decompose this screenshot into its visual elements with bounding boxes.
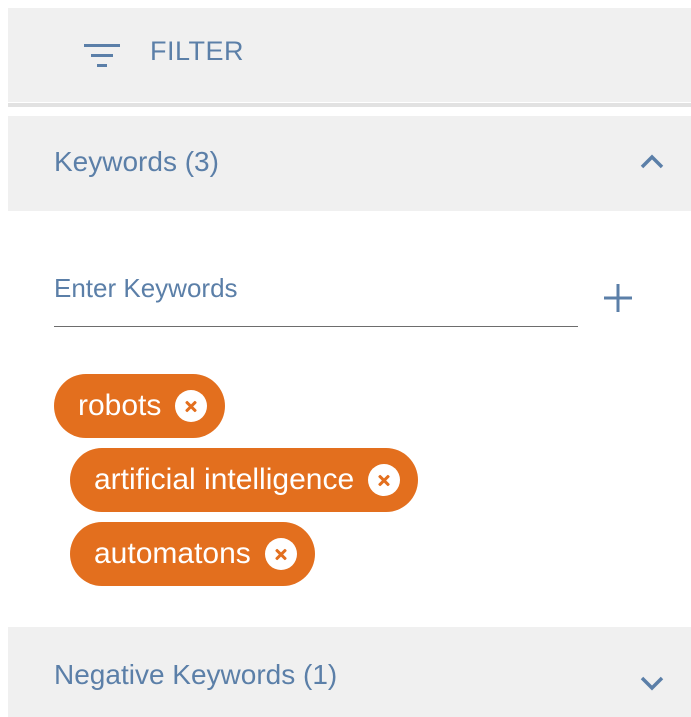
- remove-keyword-icon[interactable]: [368, 464, 401, 496]
- chevron-down-icon[interactable]: [639, 675, 665, 691]
- keyword-chip: robots: [54, 374, 226, 438]
- keyword-chip-label: robots: [78, 389, 162, 422]
- add-keyword-button[interactable]: [600, 280, 636, 316]
- filter-label[interactable]: FILTER: [150, 36, 244, 67]
- filter-list-icon[interactable]: [82, 42, 122, 70]
- remove-keyword-icon[interactable]: [175, 390, 208, 422]
- remove-keyword-icon[interactable]: [264, 538, 297, 570]
- keywords-section-title: Keywords (3): [54, 146, 219, 177]
- divider: [8, 103, 691, 107]
- negative-keywords-section-title: Negative Keywords (1): [54, 659, 338, 690]
- keywords-input-container: [54, 260, 578, 327]
- filter-bar: FILTER: [8, 8, 691, 102]
- keywords-section-header[interactable]: Keywords (3): [8, 116, 691, 211]
- keyword-chip-label: artificial intelligence: [94, 463, 355, 496]
- keyword-chip-label: automatons: [94, 537, 251, 570]
- keyword-chip: artificial intelligence: [70, 448, 419, 512]
- keywords-input[interactable]: [54, 260, 578, 316]
- negative-keywords-section-header[interactable]: Negative Keywords (1): [8, 627, 691, 717]
- keyword-chip: automatons: [70, 522, 315, 586]
- chevron-up-icon[interactable]: [639, 154, 665, 170]
